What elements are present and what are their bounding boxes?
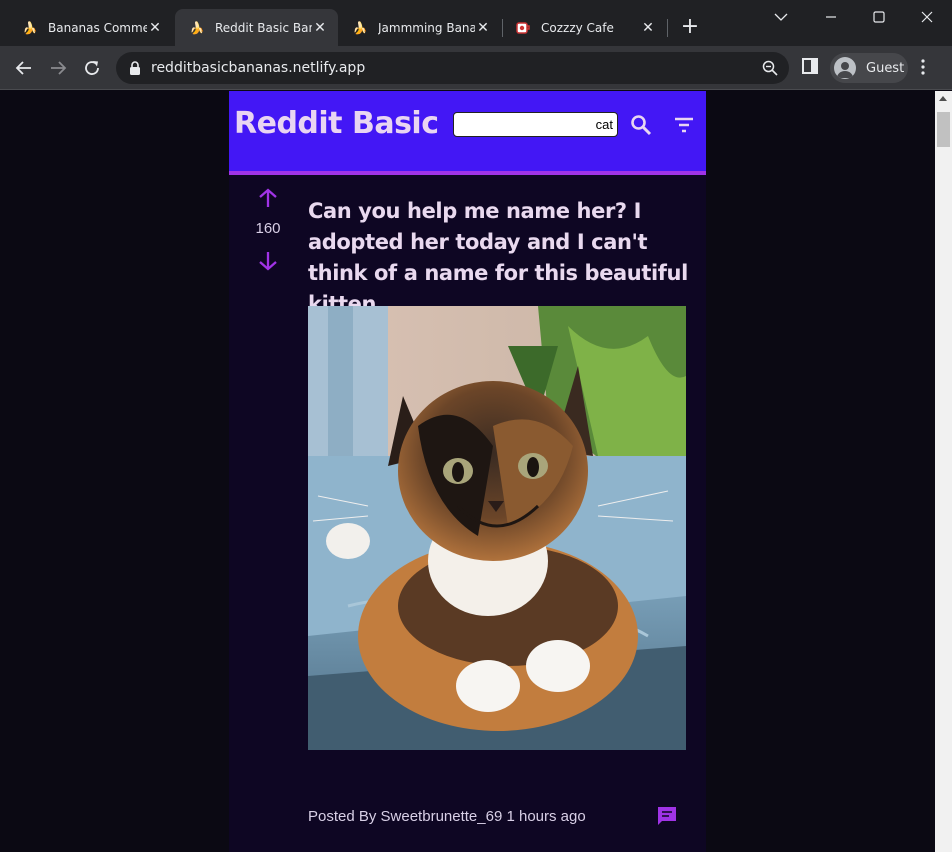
brand-title: Reddit Basic (234, 106, 439, 141)
profile-button[interactable]: Guest (830, 53, 908, 83)
tab-strip: 🍌 Bananas Commen ✕ 🍌 Reddit Basic Bana ✕… (0, 0, 952, 46)
scrollbar-thumb[interactable] (937, 112, 950, 147)
close-window-button[interactable] (904, 5, 950, 29)
tab-search-button[interactable] (758, 5, 804, 29)
arrow-right-icon (51, 61, 67, 75)
tab-title: Bananas Commen (48, 20, 147, 35)
person-icon (837, 62, 853, 78)
forward-button[interactable] (44, 54, 72, 82)
close-icon[interactable]: ✕ (640, 20, 656, 36)
tab-title: Jammming Banan (378, 20, 475, 35)
side-panel-icon (802, 58, 818, 74)
filter-icon (675, 117, 693, 133)
kitten-photo (308, 306, 686, 750)
minimize-icon (826, 16, 836, 18)
minimize-button[interactable] (808, 5, 854, 29)
close-icon[interactable]: ✕ (312, 20, 328, 36)
comments-button[interactable] (655, 804, 679, 832)
post-image[interactable] (308, 306, 686, 750)
chevron-down-icon (774, 13, 788, 21)
reload-icon (85, 61, 99, 75)
tab-bananas-comments[interactable]: 🍌 Bananas Commen ✕ (0, 9, 173, 46)
banana-icon: 🍌 (22, 20, 38, 35)
maximize-icon (873, 11, 885, 23)
maximize-button[interactable] (856, 5, 902, 29)
vote-count: 160 (255, 220, 281, 237)
app-header: Reddit Basic (229, 91, 706, 175)
lock-icon (130, 61, 140, 75)
side-panel-button[interactable] (800, 56, 820, 80)
zoom-icon[interactable] (761, 59, 779, 77)
avatar (834, 57, 856, 79)
tab-cozzzy-cafe[interactable]: Cozzzy Cafe ✕ (503, 9, 666, 46)
tab-separator (667, 19, 668, 37)
filter-button[interactable] (672, 113, 696, 141)
arrow-up-icon (259, 188, 277, 207)
url-text: redditbasicbananas.netlify.app (151, 60, 366, 76)
browser-toolbar: redditbasicbananas.netlify.app Guest (0, 46, 952, 90)
tab-title: Cozzzy Cafe (541, 20, 614, 35)
browser-window: 🍌 Bananas Commen ✕ 🍌 Reddit Basic Bana ✕… (0, 0, 952, 852)
post-title[interactable]: Can you help me name her? I adopted her … (308, 196, 698, 320)
downvote-button[interactable] (256, 250, 280, 276)
profile-label: Guest (866, 60, 905, 76)
arrow-left-icon (15, 61, 31, 75)
banana-icon: 🍌 (352, 20, 368, 35)
tab-title: Reddit Basic Bana (215, 20, 312, 35)
address-bar[interactable]: redditbasicbananas.netlify.app (116, 52, 789, 84)
close-icon[interactable]: ✕ (147, 20, 163, 36)
search-input[interactable] (453, 112, 618, 137)
post-meta: Posted By Sweetbrunette_69 1 hours ago (308, 808, 586, 825)
banana-icon: 🍌 (189, 20, 205, 35)
scroll-up-arrow-icon[interactable] (939, 96, 947, 101)
close-icon (921, 11, 933, 23)
reddit-basic-app: Reddit Basic 160 Can you help me name (229, 91, 706, 852)
cafe-icon (515, 20, 531, 36)
reload-button[interactable] (78, 54, 106, 82)
browser-menu-button[interactable] (920, 58, 926, 80)
search-button[interactable] (629, 113, 653, 141)
tab-jammming[interactable]: 🍌 Jammming Banan ✕ (338, 9, 501, 46)
page-viewport: Reddit Basic 160 Can you help me name (0, 91, 935, 852)
close-icon[interactable]: ✕ (475, 20, 491, 36)
search-icon (631, 115, 652, 136)
new-tab-button[interactable]: + (679, 16, 701, 38)
upvote-button[interactable] (256, 187, 280, 213)
tab-reddit-basic[interactable]: 🍌 Reddit Basic Bana ✕ (175, 9, 338, 46)
back-button[interactable] (10, 54, 38, 82)
arrow-down-icon (259, 252, 277, 271)
comment-icon (658, 807, 676, 825)
more-vertical-icon (921, 59, 925, 75)
page-scrollbar[interactable] (935, 91, 952, 852)
